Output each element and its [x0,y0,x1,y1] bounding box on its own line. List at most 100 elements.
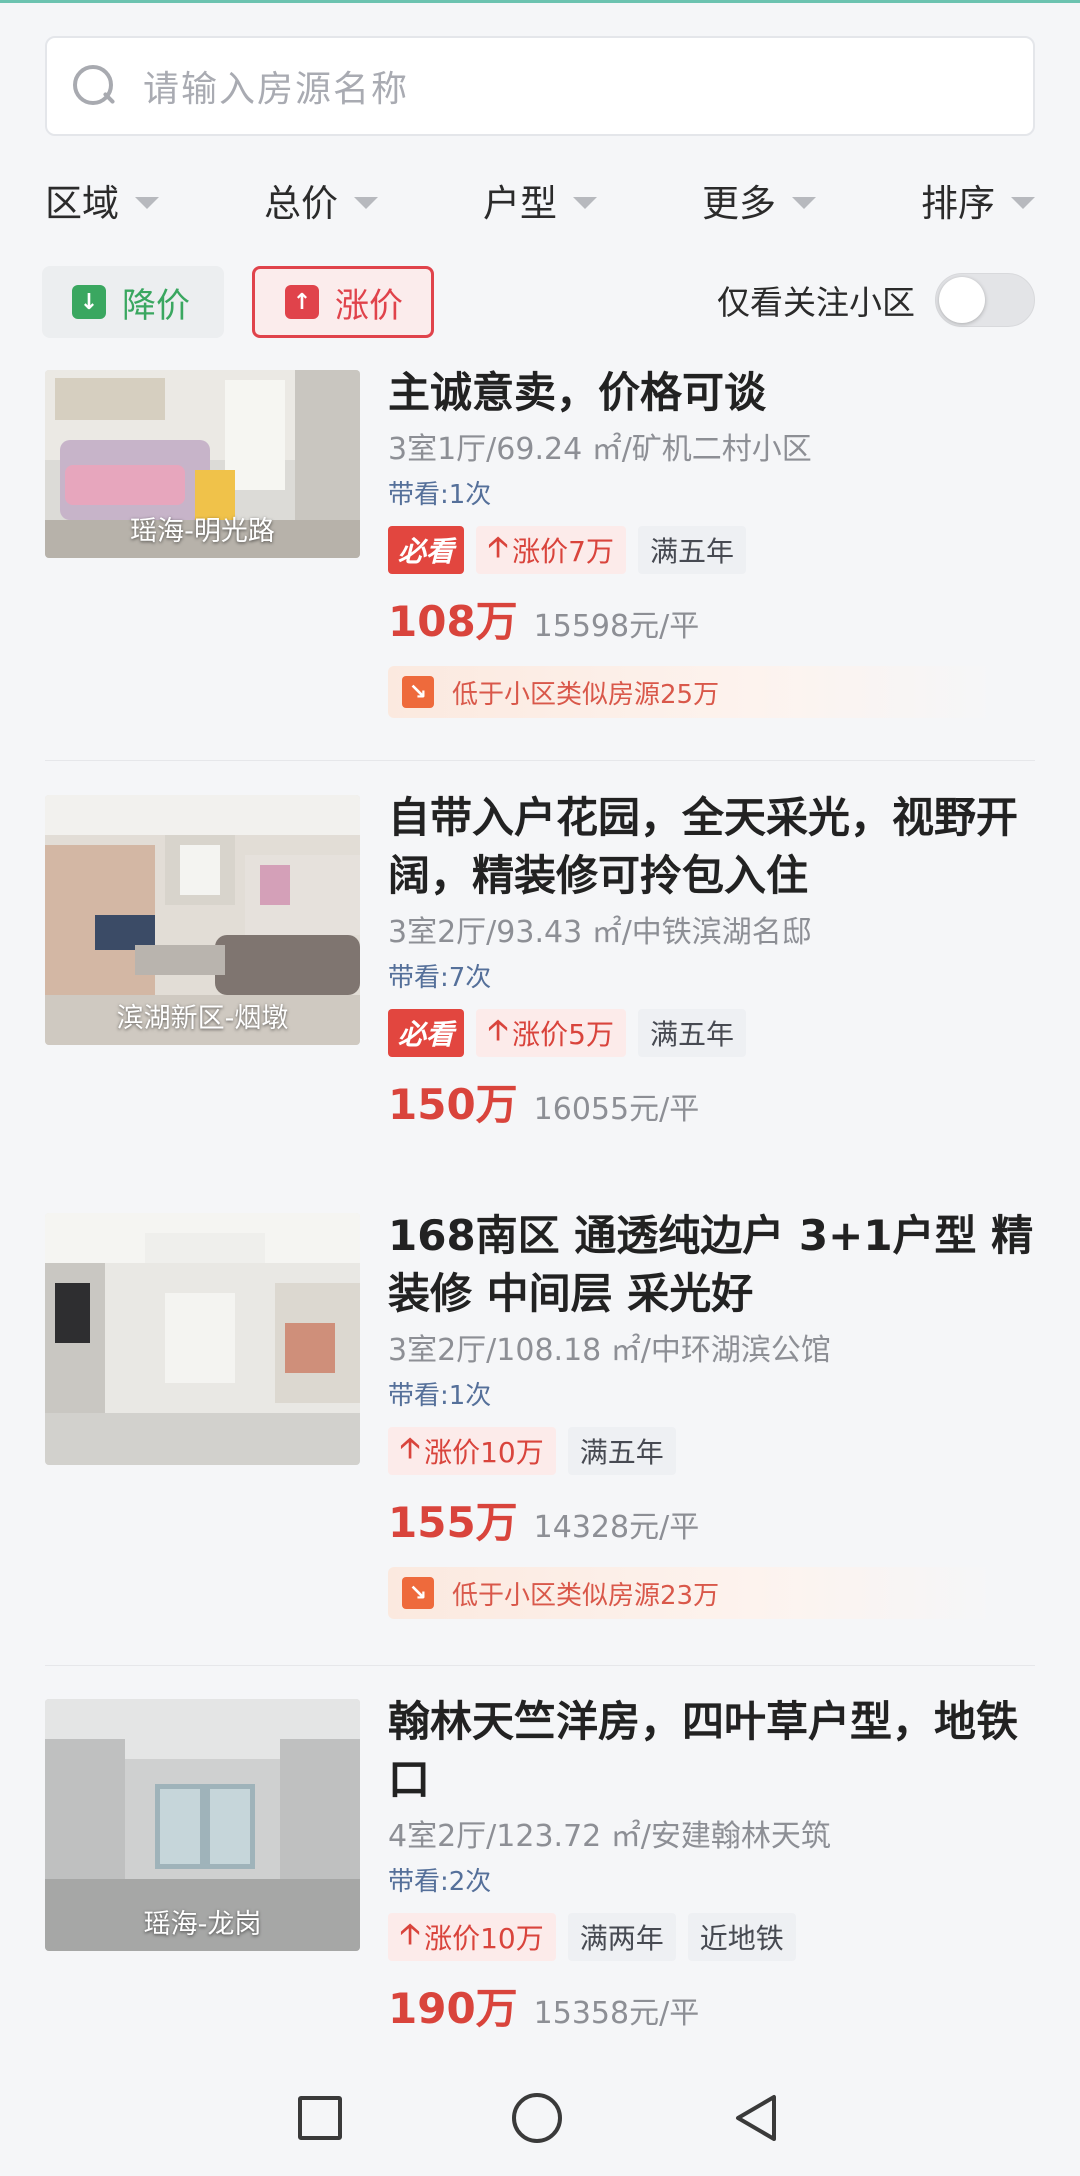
listing-photo[interactable]: 瑶海-明光路 [45,370,360,558]
recent-apps-icon[interactable] [298,2096,342,2140]
must-see-badge: 必看 [388,526,465,574]
filter-more-label: 更多 [702,182,776,225]
listing-tag: 满五年 [567,1427,676,1475]
chevron-down-icon [792,197,816,209]
price-rise-tag: 🡡 涨价7万 [476,526,626,574]
listing-title: 翰林天竺洋房，四叶草户型，地铁口 [388,1697,1019,1804]
arrow-up-icon: 🡡 [400,1917,421,1950]
filter-sort-label: 排序 [921,182,995,225]
listing-meta: 3室2厅/108.18 ㎡/中环湖滨公馆 [388,1333,831,1368]
listing-meta: 3室2厅/93.43 ㎡/中铁滨湖名邸 [388,915,812,950]
chevron-down-icon [135,197,159,209]
follow-toggle-switch[interactable] [935,273,1035,327]
listing-info: 主诚意卖，价格可谈 3室1厅/69.24 ㎡/矿机二村小区 带看:1次 必看 🡡… [388,368,1038,718]
search-icon [71,63,117,109]
listing-meta: 4室2厅/123.72 ㎡/安建翰林天筑 [388,1819,831,1854]
price-rise-tag: 🡡 涨价5万 [476,1009,626,1057]
price-rise-tag: 🡡 涨价10万 [388,1913,556,1961]
unit-price: 14328元/平 [533,1510,700,1545]
filter-total-price-label: 总价 [264,182,338,225]
price-down-button[interactable]: ↓ 降价 [42,266,224,338]
listing-title: 主诚意卖，价格可谈 [388,368,767,417]
listing-tag: 满五年 [637,1009,746,1057]
filter-layout[interactable]: 户型 [483,173,597,227]
listing-meta: 3室1厅/69.24 ㎡/矿机二村小区 [388,432,812,467]
listing-info: 自带入户花园，全天采光，视野开阔，精装修可拎包入住 3室2厅/93.43 ㎡/中… [388,793,1038,1135]
chevron-down-icon [354,197,378,209]
filter-more[interactable]: 更多 [702,173,816,227]
price-down-label: 降价 [122,285,190,326]
listing-title: 自带入户花园，全天采光，视野开阔，精装修可拎包入住 [388,793,1019,900]
price-up-label: 涨价 [335,285,403,326]
listing-views: 带看:1次 [388,480,492,510]
listing-tag: 近地铁 [687,1913,796,1961]
listing-photo[interactable]: 瑶海-龙岗 [45,1699,360,1951]
trend-down-icon: ↘ [402,676,434,708]
search-input[interactable]: 请输入房源名称 [45,36,1035,136]
price-rise-text: 涨价10万 [424,1922,544,1955]
listing-tag: 满五年 [637,526,746,574]
listing-photo[interactable]: 滨湖新区-烟墩 [45,795,360,1045]
listing-tags: 🡡 涨价10万 满两年 近地铁 [388,1913,1038,1961]
chevron-down-icon [1011,197,1035,209]
price-rise-text: 涨价7万 [512,535,614,568]
arrow-up-icon: 🡡 [488,530,509,563]
listing-views: 带看:1次 [388,1381,492,1411]
follow-filter: 仅看关注小区 [717,268,1035,332]
must-see-badge: 必看 [388,1009,465,1057]
follow-filter-label: 仅看关注小区 [717,283,915,322]
divider [45,760,1035,761]
filter-region-label: 区域 [45,182,119,225]
arrow-down-icon: ↓ [72,285,106,319]
listing-tags: 🡡 涨价10万 满五年 [388,1427,1038,1475]
listing-tag: 满两年 [567,1913,676,1961]
listing-views: 带看:7次 [388,963,492,993]
total-price: 150万 [388,1080,518,1129]
back-icon[interactable] [732,2093,782,2143]
trend-down-icon: ↘ [402,1577,434,1609]
listing-location: 瑶海-明光路 [130,516,275,547]
filter-total-price[interactable]: 总价 [264,173,378,227]
arrow-up-icon: ↑ [285,285,319,319]
unit-price: 16055元/平 [533,1092,700,1127]
listing-info: 翰林天竺洋房，四叶草户型，地铁口 4室2厅/123.72 ㎡/安建翰林天筑 带看… [388,1697,1038,2039]
arrow-up-icon: 🡡 [488,1013,509,1046]
listing-price: 155万 14328元/平 [388,1489,1038,1553]
status-accent-line [0,0,1080,3]
home-icon[interactable] [512,2093,562,2143]
filter-layout-label: 户型 [483,182,557,225]
listing-photo[interactable] [45,1213,360,1465]
chevron-down-icon [573,197,597,209]
price-rise-tag: 🡡 涨价10万 [388,1427,556,1475]
filter-bar: 区域 总价 户型 更多 排序 [45,170,1035,230]
unit-price: 15358元/平 [533,1996,700,2031]
below-market-text: 低于小区类似房源25万 [452,679,720,710]
price-up-button[interactable]: ↑ 涨价 [252,266,434,338]
listing-price: 190万 15358元/平 [388,1975,1038,2039]
unit-price: 15598元/平 [533,609,700,644]
total-price: 155万 [388,1498,518,1547]
filter-sort[interactable]: 排序 [921,173,1035,227]
listing-tags: 必看 🡡 涨价5万 满五年 [388,1009,1038,1057]
listing-title: 168南区 通透纯边户 3+1户型 精装修 中间层 采光好 [388,1211,1034,1318]
listing-location: 瑶海-龙岗 [143,1909,262,1940]
listing-price: 108万 15598元/平 [388,588,1038,652]
total-price: 108万 [388,597,518,646]
below-market-banner: ↘ 低于小区类似房源23万 [388,1567,998,1619]
living-room-photo [45,1213,360,1465]
divider [45,1665,1035,1666]
filter-region[interactable]: 区域 [45,173,159,227]
price-rise-text: 涨价10万 [424,1436,544,1469]
listing-tags: 必看 🡡 涨价7万 满五年 [388,526,1038,574]
below-market-banner: ↘ 低于小区类似房源25万 [388,666,998,718]
search-placeholder: 请输入房源名称 [143,69,410,110]
listing-views: 带看:2次 [388,1867,492,1897]
listing-location: 滨湖新区-烟墩 [116,1003,289,1034]
listing-price: 150万 16055元/平 [388,1071,1038,1135]
price-rise-text: 涨价5万 [512,1018,614,1051]
total-price: 190万 [388,1984,518,2033]
system-navigation-bar [0,2060,1080,2176]
toggle-knob [939,277,985,323]
below-market-text: 低于小区类似房源23万 [452,1580,720,1611]
listing-info: 168南区 通透纯边户 3+1户型 精装修 中间层 采光好 3室2厅/108.1… [388,1211,1038,1619]
